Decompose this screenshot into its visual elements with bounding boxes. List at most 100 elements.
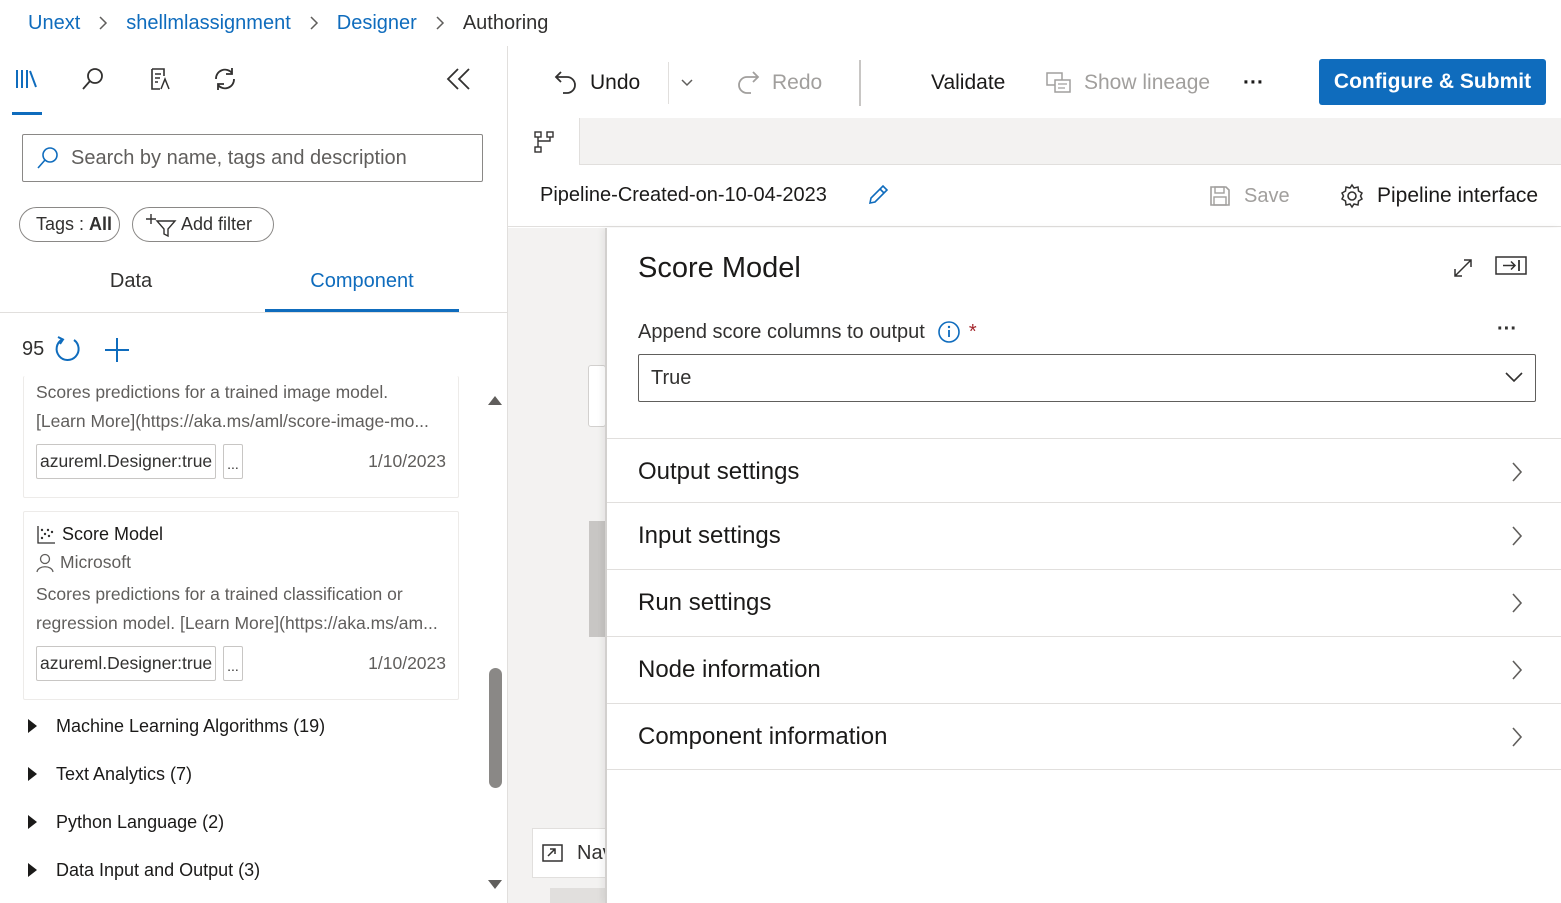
scroll-down-arrow-icon[interactable] [488,880,502,889]
tab-component[interactable]: Component [265,270,459,312]
library-icon[interactable] [12,64,42,94]
scrollbar-thumb[interactable] [489,668,502,788]
tab-pipeline-graph[interactable] [508,118,580,165]
refresh-icon[interactable] [210,64,240,94]
show-lineage-button[interactable]: Show lineage [1046,64,1210,102]
undo-button[interactable]: Undo [554,64,640,102]
section-label: Node information [638,656,821,683]
tab-data[interactable]: Data [0,270,262,312]
save-label: Save [1244,184,1290,207]
category-data-input-output[interactable]: Data Input and Output (3) [24,855,260,885]
canvas-tab-strip [508,118,1561,165]
category-label: Machine Learning Algorithms (19) [56,715,326,736]
card-title-row: Score Model [36,524,163,545]
navigator-button[interactable]: Navigator [532,828,606,878]
pipeline-canvas[interactable]: Navigator [508,228,606,903]
category-text-analytics[interactable]: Text Analytics (7) [24,759,192,789]
navigator-icon [541,842,565,864]
card-tag[interactable]: azureml.Designer:true [36,646,217,681]
save-button[interactable]: Save [1208,177,1290,215]
section-component-information[interactable]: Component information [607,703,1561,770]
breadcrumb-workspace-link[interactable]: Unext [28,12,80,35]
dropdown-value: True [651,366,692,389]
validate-button[interactable]: Validate [931,64,1005,102]
caret-right-icon [28,863,37,877]
add-icon[interactable] [103,336,131,364]
chevron-right-icon [98,15,108,31]
category-python-language[interactable]: Python Language (2) [24,807,224,837]
canvas-node[interactable] [588,365,606,427]
active-tool-indicator [12,112,42,115]
card-tag-more-button[interactable]: ... [223,444,243,479]
field-label: Append score columns to output [638,320,925,343]
breadcrumb-resource-link[interactable]: shellmlassignment [126,12,291,35]
refresh-icon[interactable] [54,335,82,363]
search-icon[interactable] [78,64,108,94]
chevron-right-icon [309,15,319,31]
info-icon[interactable] [937,320,961,344]
field-more-button[interactable]: ··· [1497,318,1517,341]
required-indicator: * [968,320,977,343]
search-input[interactable] [71,146,471,170]
undo-label: Undo [590,71,641,94]
component-search-box[interactable] [22,134,483,182]
library-toolbar [0,46,507,116]
gear-icon [1339,183,1365,209]
caret-right-icon [28,719,37,733]
breadcrumb-current: Authoring [462,11,549,34]
pipeline-interface-button[interactable]: Pipeline interface [1339,177,1538,215]
card-description-line: Scores predictions for a trained image m… [36,382,389,402]
category-machine-learning-algorithms[interactable]: Machine Learning Algorithms (19) [24,711,325,741]
breadcrumb-designer-link[interactable]: Designer [337,12,417,35]
undo-history-dropdown[interactable] [680,64,694,102]
tabs-divider [0,312,507,313]
chevron-right-icon [1511,461,1523,483]
close-panel-icon[interactable] [1495,255,1527,277]
canvas-node[interactable] [589,521,606,637]
section-run-settings[interactable]: Run settings [607,569,1561,636]
component-count: 95 [22,338,45,360]
category-label: Data Input and Output (3) [56,859,261,880]
redo-button[interactable]: Redo [736,64,822,102]
tags-filter-label: Tags : [36,214,90,234]
canvas-node [550,888,606,903]
section-label: Component information [638,722,888,750]
undo-icon [554,70,578,96]
pipeline-graph-icon [533,130,555,154]
category-label: Text Analytics (7) [56,763,193,784]
component-card-score-image-model[interactable]: Scores predictions for a trained image m… [23,376,459,498]
tags-filter-pill[interactable]: Tags : All [19,207,120,242]
category-label: Python Language (2) [56,811,225,832]
card-tag[interactable]: azureml.Designer:true [36,444,217,479]
chevron-right-icon [1511,525,1523,547]
expand-icon[interactable] [1451,256,1475,280]
show-lineage-label: Show lineage [1084,71,1211,94]
pipeline-interface-label: Pipeline interface [1377,184,1539,207]
redo-label: Redo [772,71,823,94]
person-icon [36,553,54,573]
document-icon[interactable] [145,64,175,94]
navigator-label: Navigator [577,841,605,864]
edit-pencil-icon[interactable] [866,183,890,207]
double-chevron-left-icon[interactable] [444,64,474,94]
divider [859,60,861,106]
card-tag-more-button[interactable]: ... [223,646,243,681]
add-filter-button[interactable]: Add filter [132,207,274,242]
caret-right-icon [28,767,37,781]
more-commands-button[interactable]: ··· [1243,64,1264,102]
chevron-down-icon [681,79,693,87]
section-input-settings[interactable]: Input settings [607,502,1561,569]
save-icon [1208,184,1232,208]
section-node-information[interactable]: Node information [607,636,1561,703]
configure-submit-button[interactable]: Configure & Submit [1319,59,1546,105]
append-score-columns-dropdown[interactable]: True [638,354,1536,402]
section-label: Output settings [638,458,800,485]
card-description-line: regression model. [Learn More](https://a… [36,613,438,633]
scroll-up-arrow-icon[interactable] [488,396,502,405]
panel-title: Score Model [638,252,801,284]
add-filter-label: Add filter [181,214,253,234]
component-card-score-model[interactable]: Score Model Microsoft Scores predictions… [23,511,459,700]
lineage-icon [1046,71,1072,95]
section-output-settings[interactable]: Output settings [607,438,1561,505]
command-bar: Undo Redo Validate Show lineage ··· Conf… [508,46,1561,118]
